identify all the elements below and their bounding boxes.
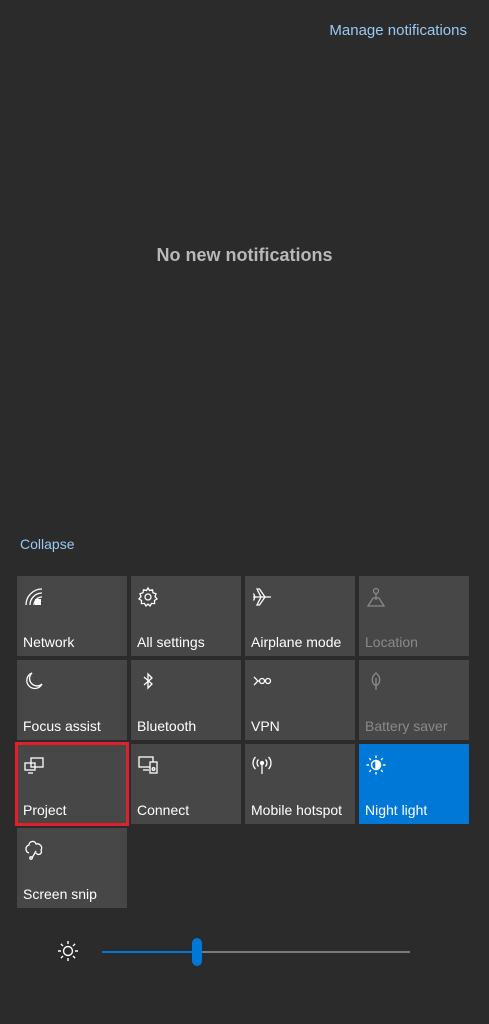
tile-vpn[interactable]: VPN	[245, 660, 355, 740]
battery-saver-icon	[365, 670, 387, 692]
brightness-icon	[56, 939, 80, 963]
tile-label: Bluetooth	[137, 718, 197, 734]
tile-label: Battery saver	[365, 718, 448, 734]
brightness-slider-fill	[102, 951, 197, 953]
quick-actions-grid: Network All settings Airplane mode Locat…	[15, 576, 469, 908]
tile-label: Mobile hotspot	[251, 802, 343, 818]
tile-screen-snip[interactable]: Screen snip	[17, 828, 127, 908]
tile-network[interactable]: Network	[17, 576, 127, 656]
network-icon	[23, 586, 45, 608]
tile-label: Location	[365, 634, 418, 650]
project-icon	[23, 754, 45, 776]
tile-label: Project	[23, 802, 67, 818]
tile-battery-saver[interactable]: Battery saver	[359, 660, 469, 740]
brightness-slider-thumb[interactable]	[192, 938, 202, 966]
night-light-icon	[365, 754, 387, 776]
tile-label: All settings	[137, 634, 205, 650]
vpn-icon	[251, 670, 273, 692]
tile-bluetooth[interactable]: Bluetooth	[131, 660, 241, 740]
collapse-link[interactable]: Collapse	[20, 536, 74, 552]
tile-airplane-mode[interactable]: Airplane mode	[245, 576, 355, 656]
tile-connect[interactable]: Connect	[131, 744, 241, 824]
manage-notifications-link[interactable]: Manage notifications	[329, 22, 467, 39]
hotspot-icon	[251, 754, 273, 776]
tile-label: Connect	[137, 802, 190, 818]
tile-label: VPN	[251, 718, 280, 734]
tile-night-light[interactable]: Night light	[359, 744, 469, 824]
no-notifications-message: No new notifications	[156, 245, 333, 265]
bluetooth-icon	[137, 670, 159, 692]
tile-label: Screen snip	[23, 886, 97, 902]
tile-project[interactable]: Project	[15, 742, 129, 826]
gear-icon	[137, 586, 159, 608]
tile-label: Airplane mode	[251, 634, 342, 650]
location-icon	[365, 586, 387, 608]
tile-label: Night light	[365, 802, 428, 818]
tile-label: Network	[23, 634, 75, 650]
connect-icon	[137, 754, 159, 776]
tile-label: Focus assist	[23, 718, 101, 734]
tile-location[interactable]: Location	[359, 576, 469, 656]
moon-icon	[23, 670, 45, 692]
tile-all-settings[interactable]: All settings	[131, 576, 241, 656]
screen-snip-icon	[23, 838, 45, 860]
brightness-control	[56, 936, 416, 966]
tile-focus-assist[interactable]: Focus assist	[17, 660, 127, 740]
tile-mobile-hotspot[interactable]: Mobile hotspot	[245, 744, 355, 824]
airplane-icon	[251, 586, 273, 608]
brightness-slider[interactable]	[102, 938, 410, 966]
